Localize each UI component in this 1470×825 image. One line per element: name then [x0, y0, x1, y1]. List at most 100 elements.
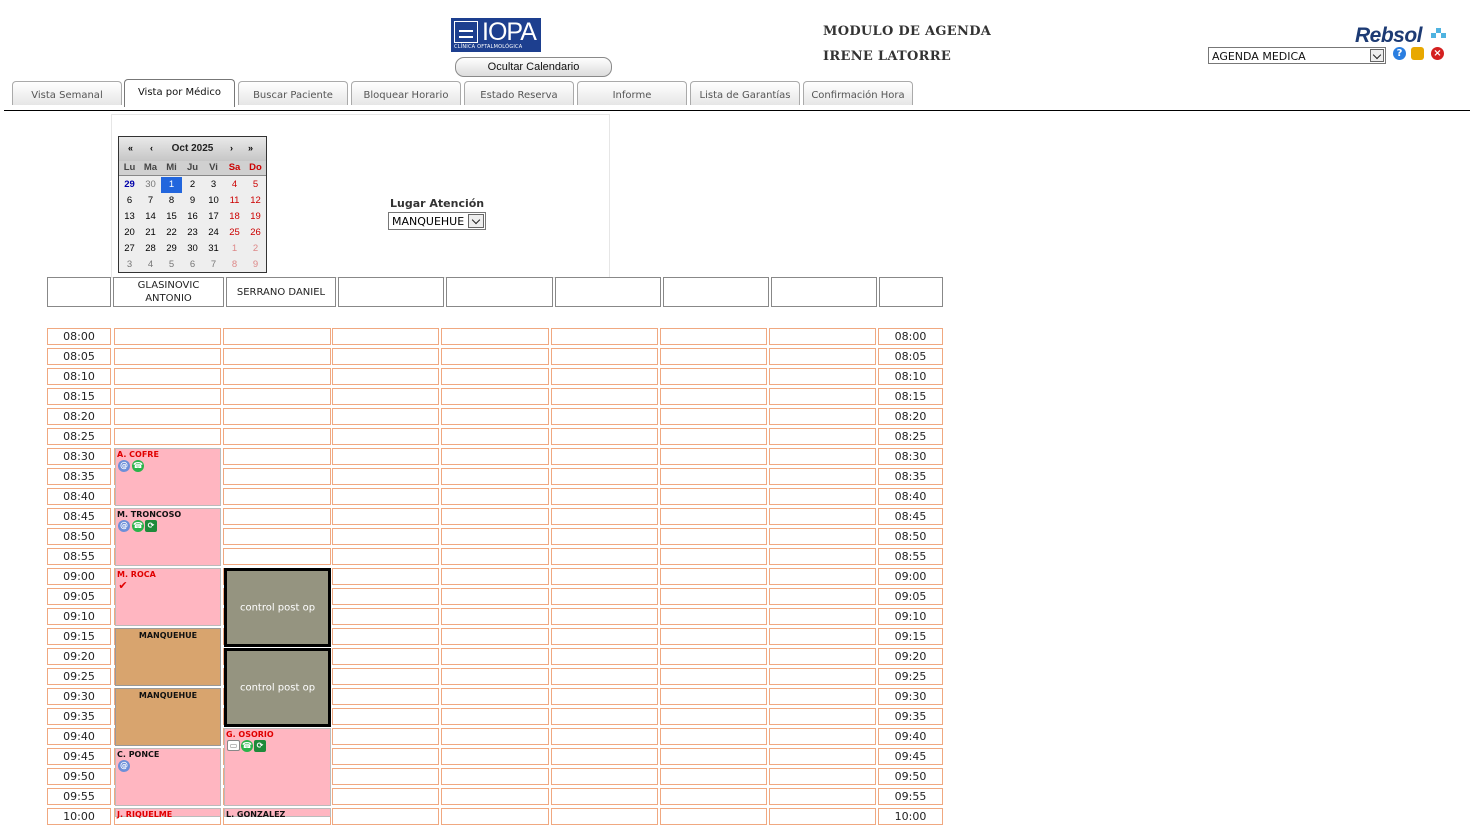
time-slot[interactable] — [660, 648, 767, 665]
time-slot[interactable] — [551, 688, 658, 705]
calendar-day[interactable]: 12 — [245, 193, 266, 209]
time-slot[interactable] — [551, 448, 658, 465]
time-slot[interactable] — [441, 448, 549, 465]
time-slot[interactable] — [332, 608, 439, 625]
time-slot[interactable] — [769, 328, 876, 345]
time-slot[interactable] — [660, 348, 767, 365]
time-slot[interactable] — [660, 368, 767, 385]
time-slot[interactable] — [223, 408, 331, 425]
calendar-day[interactable]: 1 — [224, 241, 245, 257]
time-slot[interactable] — [551, 728, 658, 745]
time-slot[interactable] — [660, 568, 767, 585]
time-slot[interactable] — [441, 328, 549, 345]
time-slot[interactable] — [660, 448, 767, 465]
calendar-day[interactable]: 3 — [119, 257, 140, 273]
time-slot[interactable] — [332, 588, 439, 605]
hide-calendar-button[interactable]: Ocultar Calendario — [455, 57, 612, 77]
time-slot[interactable] — [332, 428, 439, 445]
calendar-day[interactable]: 25 — [224, 225, 245, 241]
doctor-header[interactable]: SERRANO DANIEL — [226, 277, 336, 307]
calendar-day[interactable]: 7 — [203, 257, 224, 273]
time-slot[interactable] — [769, 768, 876, 785]
calendar-day[interactable]: 30 — [182, 241, 203, 257]
next-year-icon[interactable]: » — [248, 143, 253, 153]
appointment-block[interactable]: control post op — [224, 648, 331, 727]
time-slot[interactable] — [551, 748, 658, 765]
time-slot[interactable] — [551, 588, 658, 605]
time-slot[interactable] — [769, 528, 876, 545]
tab-informe[interactable]: Informe — [577, 81, 687, 105]
calendar-day[interactable]: 21 — [140, 225, 161, 241]
time-slot[interactable] — [441, 788, 549, 805]
time-slot[interactable] — [332, 368, 439, 385]
tab-estado-reserva[interactable]: Estado Reserva — [464, 81, 574, 105]
time-slot[interactable] — [332, 488, 439, 505]
time-slot[interactable] — [332, 328, 439, 345]
time-slot[interactable] — [114, 428, 221, 445]
calendar-day[interactable]: 4 — [140, 257, 161, 273]
appointment-block[interactable]: M. ROCA ✔ — [115, 568, 221, 626]
time-slot[interactable] — [551, 348, 658, 365]
time-slot[interactable] — [441, 608, 549, 625]
time-slot[interactable] — [660, 588, 767, 605]
time-slot[interactable] — [332, 408, 439, 425]
time-slot[interactable] — [332, 748, 439, 765]
time-slot[interactable] — [332, 688, 439, 705]
next-month-icon[interactable]: › — [230, 143, 233, 153]
time-slot[interactable] — [332, 508, 439, 525]
appointment-block[interactable]: G. OSORIO ▭ ☎ ⟳ — [224, 728, 331, 806]
calendar-day[interactable]: 9 — [182, 193, 203, 209]
time-slot[interactable] — [332, 348, 439, 365]
time-slot[interactable] — [769, 708, 876, 725]
time-slot[interactable] — [441, 428, 549, 445]
time-slot[interactable] — [769, 668, 876, 685]
time-slot[interactable] — [332, 388, 439, 405]
help-icon[interactable]: ? — [1393, 47, 1406, 60]
time-slot[interactable] — [660, 548, 767, 565]
time-slot[interactable] — [441, 768, 549, 785]
time-slot[interactable] — [660, 408, 767, 425]
time-slot[interactable] — [114, 348, 221, 365]
time-slot[interactable] — [769, 748, 876, 765]
time-slot[interactable] — [769, 348, 876, 365]
time-slot[interactable] — [223, 508, 331, 525]
time-slot[interactable] — [441, 528, 549, 545]
time-slot[interactable] — [769, 448, 876, 465]
time-slot[interactable] — [332, 568, 439, 585]
time-slot[interactable] — [441, 548, 549, 565]
time-slot[interactable] — [441, 708, 549, 725]
time-slot[interactable] — [551, 668, 658, 685]
time-slot[interactable] — [441, 728, 549, 745]
time-slot[interactable] — [660, 748, 767, 765]
calendar-day[interactable]: 5 — [161, 257, 182, 273]
calendar-day[interactable]: 10 — [203, 193, 224, 209]
time-slot[interactable] — [114, 368, 221, 385]
appointment-block[interactable]: J. RIQUELME — [115, 808, 221, 819]
time-slot[interactable] — [332, 628, 439, 645]
time-slot[interactable] — [551, 648, 658, 665]
time-slot[interactable] — [441, 368, 549, 385]
calendar-day[interactable]: 2 — [182, 177, 203, 193]
time-slot[interactable] — [769, 368, 876, 385]
tab-vista-semanal[interactable]: Vista Semanal — [12, 81, 122, 105]
time-slot[interactable] — [551, 388, 658, 405]
calendar-day[interactable]: 22 — [161, 225, 182, 241]
appointment-block[interactable]: L. GONZALEZ — [224, 808, 331, 819]
time-slot[interactable] — [551, 408, 658, 425]
time-slot[interactable] — [332, 728, 439, 745]
time-slot[interactable] — [769, 648, 876, 665]
time-slot[interactable] — [660, 528, 767, 545]
time-slot[interactable] — [660, 688, 767, 705]
time-slot[interactable] — [769, 608, 876, 625]
calendar-day[interactable]: 24 — [203, 225, 224, 241]
time-slot[interactable] — [441, 408, 549, 425]
doctor-header[interactable]: GLASINOVIC ANTONIO — [113, 277, 224, 307]
calendar-day[interactable]: 16 — [182, 209, 203, 225]
time-slot[interactable] — [441, 468, 549, 485]
calendar-day[interactable]: 14 — [140, 209, 161, 225]
appointment-block[interactable]: control post op — [224, 568, 331, 647]
appointment-block[interactable]: A. COFRE @ ☎ — [115, 448, 221, 506]
time-slot[interactable] — [551, 708, 658, 725]
time-slot[interactable] — [223, 328, 331, 345]
time-slot[interactable] — [223, 548, 331, 565]
